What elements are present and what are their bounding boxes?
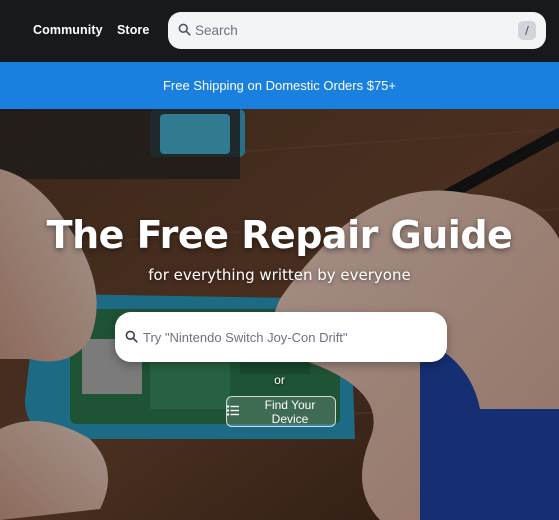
hero-title: The Free Repair Guide [46, 213, 513, 257]
promo-banner[interactable]: Free Shipping on Domestic Orders $75+ [0, 62, 559, 109]
top-search-input[interactable] [195, 12, 515, 49]
hero-search-input[interactable] [143, 312, 438, 362]
find-your-device-label: Find Your Device [264, 397, 316, 426]
list-icon [227, 405, 239, 419]
top-search-bar[interactable]: / [168, 12, 546, 49]
find-your-device-button[interactable]: Find Your Device [226, 396, 336, 427]
promo-text[interactable]: Free Shipping on Domestic Orders $75+ [163, 78, 396, 93]
search-shortcut-key: / [518, 21, 536, 40]
or-separator: or [274, 373, 285, 387]
hero-subtitle: for everything written by everyone [148, 266, 411, 284]
nav-link-store[interactable]: Store [117, 23, 149, 37]
search-icon [125, 330, 138, 348]
top-navigation: Community Store / [0, 0, 559, 62]
search-icon [178, 23, 191, 41]
hero-search-bar[interactable] [115, 312, 447, 362]
nav-link-community[interactable]: Community [33, 23, 103, 37]
hero-section: The Free Repair Guide for everything wri… [0, 109, 559, 520]
